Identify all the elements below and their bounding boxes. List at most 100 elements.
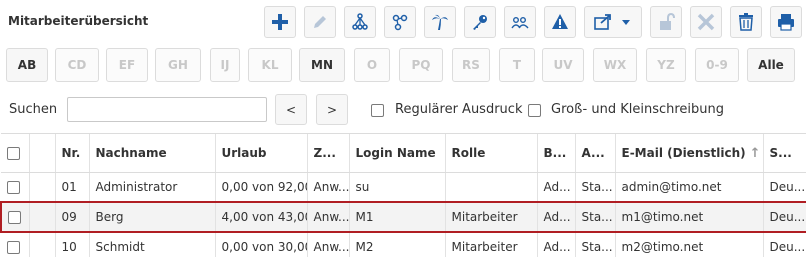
cell-nr: 10 [54, 232, 89, 257]
cell-s: Deu... [762, 232, 806, 257]
row-handle-cell [28, 172, 55, 203]
row-checkbox[interactable] [7, 240, 20, 254]
row-handle-cell [28, 201, 55, 233]
cell-a: Sta... [574, 232, 615, 257]
page-title: Mitarbeiterübersicht [8, 14, 149, 28]
cell-email: admin@timo.net [614, 172, 763, 203]
cell-a: Sta... [574, 172, 615, 203]
column-header-a[interactable]: A... [574, 133, 615, 173]
column-header-email[interactable]: E-Mail (Dienstlich) ↑ [614, 133, 763, 173]
cell-urlaub: 0,00 von 92,00 [214, 172, 307, 203]
search-next-button[interactable]: > [316, 94, 348, 125]
column-header-s[interactable]: S... [762, 133, 806, 173]
add-button[interactable] [264, 6, 296, 38]
row-checkbox[interactable] [8, 210, 21, 224]
row-handle-header [28, 133, 55, 173]
cell-urlaub: 0,00 von 30,00 [214, 232, 307, 257]
row-checkbox-cell [1, 172, 29, 203]
cell-rolle [444, 172, 537, 203]
print-button[interactable] [770, 6, 802, 38]
share-dropdown-icon [594, 14, 630, 30]
row-checkbox[interactable] [7, 180, 20, 194]
network-button[interactable] [384, 6, 416, 38]
cell-z: Anw... [306, 201, 349, 233]
vacation-button[interactable] [424, 6, 456, 38]
regex-label: Regulärer Ausdruck [395, 102, 523, 117]
alert-button[interactable] [544, 6, 576, 38]
alpha-filter-wx[interactable]: WX [593, 48, 637, 82]
nodes-icon [392, 14, 408, 31]
column-header-rolle[interactable]: Rolle [444, 133, 537, 173]
table-row[interactable]: 01 Administrator 0,00 von 92,00 Anw... su Ad.… [1, 172, 806, 203]
row-checkbox-cell [1, 232, 29, 257]
column-header-b[interactable]: B... [536, 133, 575, 173]
alpha-filter-ab[interactable]: AB [6, 48, 48, 82]
cell-z: Anw... [306, 232, 349, 257]
column-header-z[interactable]: Z... [306, 133, 349, 173]
alpha-filter-rs[interactable]: RS [452, 48, 490, 82]
unlock-icon [660, 13, 675, 30]
cell-b: Ad... [536, 201, 575, 233]
alpha-filter-yz[interactable]: YZ [646, 48, 686, 82]
alpha-filter-ij[interactable]: IJ [210, 48, 240, 82]
alpha-filter-alle[interactable]: Alle [747, 48, 795, 82]
column-header-email-label: E-Mail (Dienstlich) [621, 145, 746, 160]
hierarchy-button[interactable] [344, 6, 376, 38]
cell-email: m2@timo.net [614, 232, 763, 257]
palm-tree-icon [432, 14, 448, 30]
groups-button[interactable] [504, 6, 536, 38]
alpha-filter-gh[interactable]: GH [155, 48, 201, 82]
cell-nachname: Berg [88, 201, 215, 233]
org-tree-icon [352, 13, 368, 30]
search-label: Suchen [9, 102, 58, 117]
alpha-filter-ef[interactable]: EF [106, 48, 148, 82]
cell-email: m1@timo.net [614, 201, 763, 233]
cell-login: M1 [348, 201, 445, 233]
search-prev-button[interactable]: < [275, 94, 307, 125]
column-header-nr[interactable]: Nr. [54, 133, 89, 173]
alpha-filter-o[interactable]: O [354, 48, 390, 82]
employee-table: Nr. Nachname Urlaub Z... Login Name Roll… [0, 133, 806, 257]
cell-s: Deu... [762, 201, 806, 233]
cell-nachname: Schmidt [88, 232, 215, 257]
column-header-login[interactable]: Login Name [348, 133, 445, 173]
plus-icon [272, 14, 288, 30]
pencil-icon [314, 16, 326, 28]
warning-icon [552, 14, 568, 29]
column-header-nachname[interactable]: Nachname [88, 133, 215, 173]
alpha-filter-kl[interactable]: KL [248, 48, 292, 82]
table-header-row: Nr. Nachname Urlaub Z... Login Name Roll… [1, 133, 806, 173]
alpha-filter-mn[interactable]: MN [299, 48, 345, 82]
password-button[interactable] [464, 6, 496, 38]
close-icon [697, 13, 715, 31]
unlock-button[interactable] [650, 6, 682, 38]
alpha-filter-t[interactable]: T [499, 48, 535, 82]
table-row[interactable]: 10 Schmidt 0,00 von 30,00 Anw... M2 Mitarbeit… [1, 232, 806, 257]
cell-b: Ad... [536, 232, 575, 257]
column-header-urlaub[interactable]: Urlaub [214, 133, 307, 173]
export-button[interactable] [584, 6, 642, 38]
regex-checkbox[interactable] [371, 104, 384, 117]
alpha-filter-pq[interactable]: PQ [399, 48, 443, 82]
row-checkbox-cell [0, 201, 29, 233]
select-all-cell [1, 133, 29, 173]
case-sensitive-label: Groß- und Kleinschreibung [551, 102, 724, 117]
cell-s: Deu... [762, 172, 806, 203]
cell-rolle: Mitarbeiter [444, 201, 537, 233]
row-handle-cell [28, 232, 55, 257]
search-input[interactable] [67, 97, 267, 122]
cell-b: Ad... [536, 172, 575, 203]
cell-rolle: Mitarbeiter [444, 232, 537, 257]
trash-icon [739, 13, 753, 31]
edit-button[interactable] [304, 6, 336, 38]
alpha-filter-cd[interactable]: CD [55, 48, 99, 82]
case-sensitive-checkbox[interactable] [528, 104, 541, 117]
table-row[interactable]: 09 Berg 4,00 von 43,00 Anw... M1 Mitarbeiter A… [0, 201, 806, 233]
alpha-filter-uv[interactable]: UV [542, 48, 584, 82]
cell-z: Anw... [306, 172, 349, 203]
cell-login: su [348, 172, 445, 203]
trash-button[interactable] [730, 6, 762, 38]
delete-button[interactable] [690, 6, 722, 38]
select-all-checkbox[interactable] [7, 146, 20, 160]
alpha-filter-0-9[interactable]: 0-9 [695, 48, 739, 82]
